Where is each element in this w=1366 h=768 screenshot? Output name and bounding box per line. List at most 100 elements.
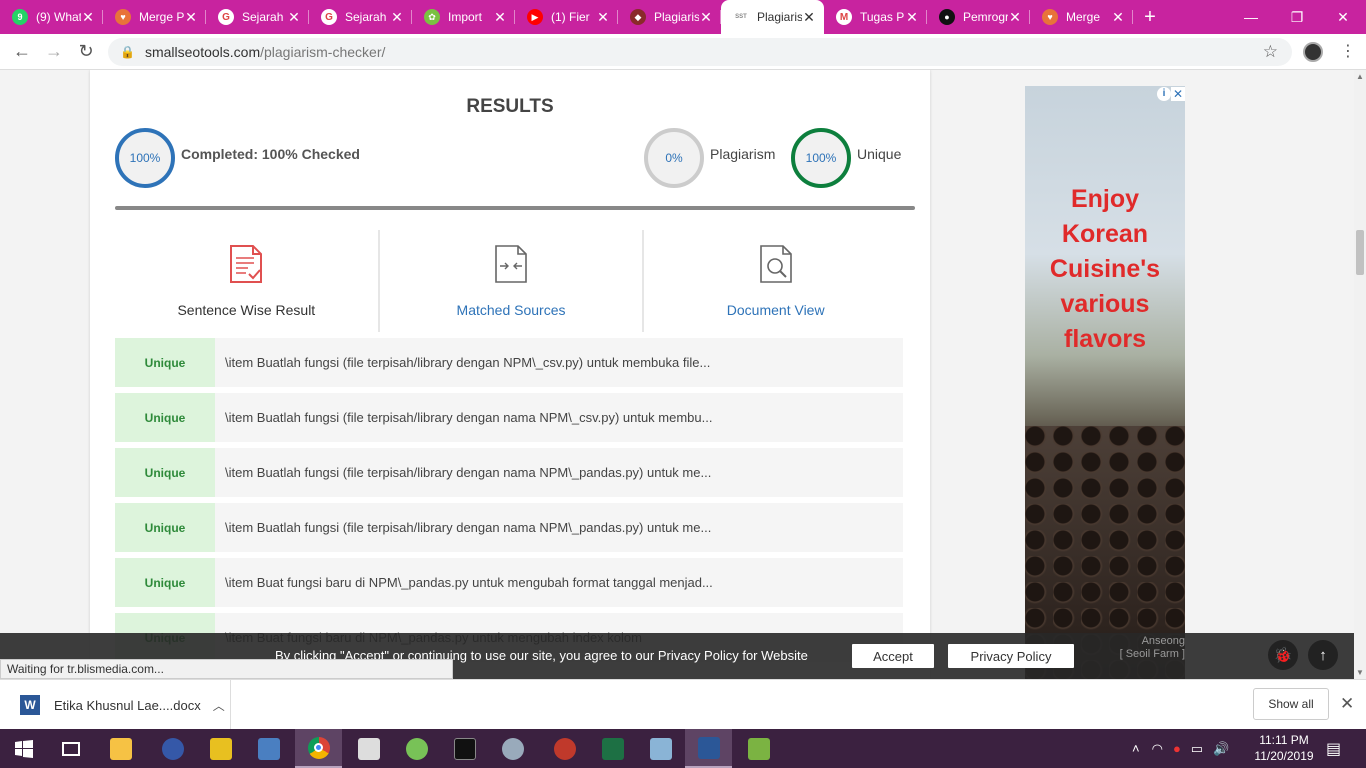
lock-icon[interactable]: 🔒 [120,45,135,59]
heart-icon: ♥ [115,9,131,25]
scrollbar-thumb[interactable] [1356,230,1364,275]
texstudio-icon[interactable] [345,729,392,768]
bookmark-star-icon[interactable]: ☆ [1263,42,1278,62]
close-window-button[interactable]: ✕ [1320,0,1366,34]
system-clock[interactable]: 11:11 PM 11/20/2019 [1251,732,1317,764]
browser-tab[interactable]: ▶ (1) Fier ✕ [515,0,618,34]
app-icon[interactable] [489,729,536,768]
browser-tab[interactable]: ● Pemrograman✕ [927,0,1030,34]
word-icon[interactable] [685,729,732,768]
tab-title: (9) WhatsApp [36,10,81,24]
privacy-policy-button[interactable]: Privacy Policy [948,644,1074,668]
tab-close-icon[interactable]: ✕ [699,10,713,24]
reload-icon[interactable]: ↻ [70,36,102,68]
unique-label: Unique [857,146,902,162]
sentence-row[interactable]: Unique \item Buatlah fungsi (file terpisa… [115,393,903,442]
app-icon[interactable] [149,729,196,768]
status-badge: Unique [115,338,215,387]
tab-close-icon[interactable]: ✕ [1008,10,1022,24]
results-title: RESULTS [466,96,554,117]
back-icon[interactable]: ← [6,36,38,68]
accept-button[interactable]: Accept [852,644,934,668]
scroll-top-icon[interactable]: ↑ [1308,640,1338,670]
excel-icon[interactable] [589,729,636,768]
battery-icon[interactable]: ▭ [1191,741,1203,757]
show-all-button[interactable]: Show all [1253,688,1329,720]
browser-tab[interactable]: ♥ Merge PDF✕ [103,0,206,34]
wifi-icon[interactable]: ◠ [1152,741,1163,757]
sentence-text: \item Buatlah fungsi (file terpisah/libr… [225,355,711,370]
app-icon[interactable] [197,729,244,768]
browser-tab-strip: 9(9) WhatsApp✕♥Merge PDF✕GSejarah✕GSejar… [0,0,1366,34]
sentence-row[interactable]: Unique \item Buatlah fungsi (file terpisa… [115,338,903,387]
google-icon: G [321,9,337,25]
ad-info-icon[interactable]: i [1157,87,1171,101]
tab-close-icon[interactable]: ✕ [905,10,919,24]
network-app-icon[interactable] [245,729,292,768]
browser-tab[interactable]: ♥ Merge ✕ [1030,0,1133,34]
word-file-icon: W [20,695,40,715]
browser-tab[interactable]: M Tugas P ✕ [824,0,927,34]
tab-document-view[interactable]: Document View [644,230,907,332]
url-text[interactable]: smallseotools.com/plagiarism-checker/ [145,44,385,60]
terminal-icon[interactable] [441,729,488,768]
volume-icon[interactable]: 🔊 [1213,741,1229,757]
chevron-up-icon[interactable]: ︿ [213,697,225,714]
browser-tab[interactable]: 9 (9) WhatsApp✕ [0,0,103,34]
task-view-icon[interactable] [47,729,94,768]
restore-button[interactable]: ❐ [1274,0,1320,34]
chrome-icon[interactable] [295,729,342,768]
sentence-result-list: Unique \item Buatlah fungsi (file terpisa… [115,338,903,668]
browser-tab[interactable]: G Sejarah ✕ [206,0,309,34]
scroll-down-icon[interactable]: ▼ [1356,668,1364,677]
browser-tab[interactable]: ◆ Plagiarism✕ [618,0,721,34]
file-explorer-icon[interactable] [97,729,144,768]
app-icon[interactable] [541,729,588,768]
ad-close-icon[interactable]: ✕ [1171,87,1185,101]
window-controls: — ❐ ✕ [1228,0,1366,34]
tab-close-icon[interactable]: ✕ [493,10,507,24]
tab-close-icon[interactable]: ✕ [184,10,198,24]
tab-close-icon[interactable]: ✕ [802,10,816,24]
profile-avatar[interactable] [1303,42,1323,62]
minimize-button[interactable]: — [1228,0,1274,34]
tab-sentence-wise-result[interactable]: Sentence Wise Result [115,230,380,332]
bug-report-icon[interactable]: 🐞 [1268,640,1298,670]
forward-icon[interactable]: → [38,36,70,68]
sentence-row[interactable]: Unique \item Buat fungsi baru di NPM\_pan… [115,558,903,607]
browser-tab[interactable]: ✿ Import ✕ [412,0,515,34]
address-bar[interactable]: 🔒 smallseotools.com/plagiarism-checker/ … [108,38,1292,66]
windows-start-icon[interactable] [0,729,47,768]
android-studio-icon[interactable] [393,729,440,768]
sentence-text: \item Buatlah fungsi (file terpisah/libr… [225,410,713,425]
close-downloads-icon[interactable]: ✕ [1340,694,1354,714]
advertisement[interactable]: Enjoy Korean Cuisine's various flavors i… [1025,86,1185,679]
tab-close-icon[interactable]: ✕ [287,10,301,24]
browser-tab[interactable]: SST Plagiarism✕ [721,0,824,34]
app-icon[interactable] [637,729,684,768]
ad-caption-farm: [ Seoil Farm ] [1119,648,1185,660]
scroll-up-icon[interactable]: ▲ [1356,72,1364,81]
ad-headline[interactable]: Enjoy Korean Cuisine's various flavors [1025,182,1185,357]
download-file-name[interactable]: Etika Khusnul Lae....docx [54,698,201,713]
result-view-tabs: Sentence Wise Result Matched Sources Doc… [115,230,907,332]
chevron-up-icon[interactable]: ˄ [1132,741,1140,756]
tab-close-icon[interactable]: ✕ [1111,10,1125,24]
tab-close-icon[interactable]: ✕ [596,10,610,24]
notifications-icon[interactable]: ▤ [1326,729,1341,768]
sentence-row[interactable]: Unique \item Buatlah fungsi (file terpisa… [115,448,903,497]
tab-close-icon[interactable]: ✕ [390,10,404,24]
sentence-row[interactable]: Unique \item Buatlah fungsi (file terpisa… [115,503,903,552]
browser-menu-icon[interactable]: ⋮ [1340,42,1356,62]
url-path: /plagiarism-checker/ [260,44,386,60]
network-error-icon[interactable]: ● [1173,741,1181,756]
tab-close-icon[interactable]: ✕ [81,10,95,24]
page-scrollbar[interactable]: ▲ ▼ [1354,70,1366,679]
tab-matched-sources[interactable]: Matched Sources [380,230,645,332]
browser-tab[interactable]: G Sejarah ✕ [309,0,412,34]
app-icon[interactable] [735,729,782,768]
download-item[interactable]: W Etika Khusnul Lae....docx ︿ [14,680,231,730]
unique-percent: 100% [805,151,837,165]
new-tab-button[interactable]: + [1133,0,1167,34]
document-compare-icon [495,245,527,283]
